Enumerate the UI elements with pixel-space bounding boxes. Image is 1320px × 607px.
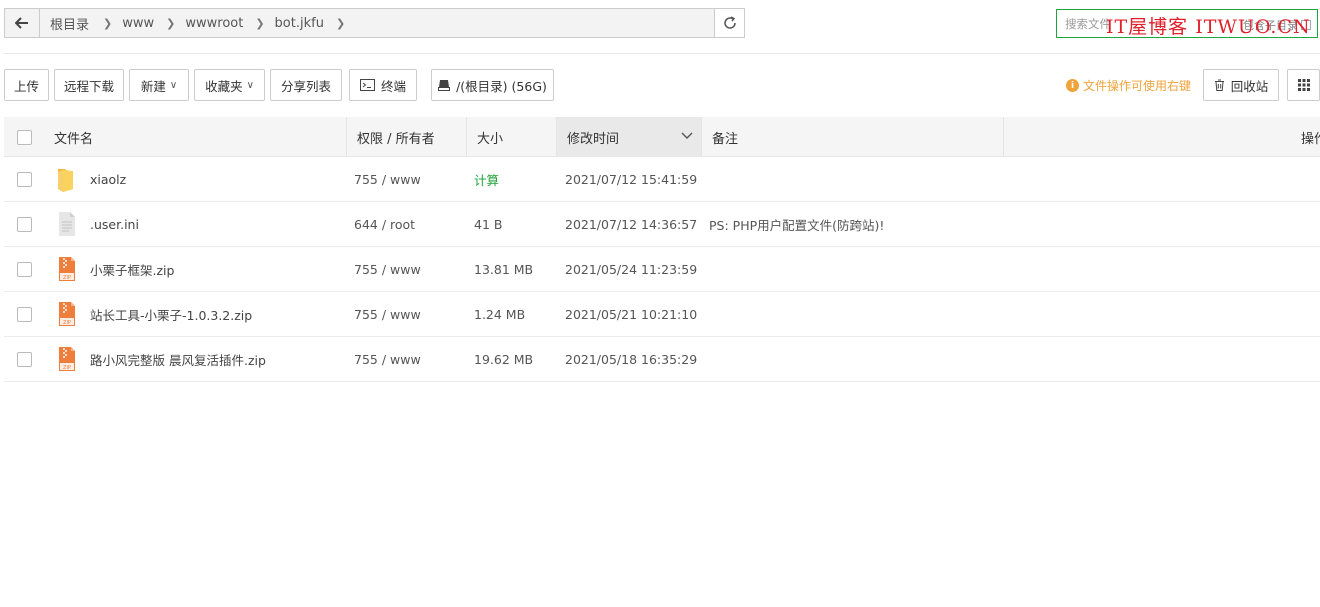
calculate-size-link[interactable]: 计算 [474,157,499,202]
new-button[interactable]: 新建 ∨ [129,69,189,101]
file-permission[interactable]: 755 / www [354,157,421,202]
file-permission[interactable]: 755 / www [354,292,421,337]
search-box: 包含子目录 [1056,9,1318,38]
file-modified-time: 2021/07/12 14:36:57 [565,217,698,232]
table-row[interactable]: .user.ini 644 / root 41 B 2021/07/12 14:… [4,202,1320,247]
column-header-modified[interactable]: 修改时间 [557,117,702,157]
folder-icon [58,169,73,192]
grid-view-button[interactable] [1287,69,1320,101]
address-bar: 根目录 ❯ www ❯ wwwroot ❯ bot.jkfu ❯ [4,8,745,38]
file-size: 13.81 MB [474,262,534,277]
refresh-icon [723,16,736,29]
row-checkbox[interactable] [17,307,32,322]
column-header-remark[interactable]: 备注 [702,117,1004,157]
file-permission[interactable]: 755 / www [354,247,421,292]
arrow-left-icon [15,17,28,29]
refresh-button[interactable] [714,9,744,37]
info-icon: i [1066,79,1079,92]
zip-icon: ZIP [59,257,75,281]
file-name[interactable]: 小栗子框架.zip [90,247,174,292]
row-checkbox[interactable] [17,172,32,187]
breadcrumb-item[interactable]: wwwroot ❯ [179,9,268,37]
remote-download-button[interactable]: 远程下载 [54,69,124,101]
file-size: 19.62 MB [474,352,534,367]
share-list-button[interactable]: 分享列表 [270,69,342,101]
file-permission[interactable]: 755 / www [354,337,421,382]
breadcrumb-item[interactable]: 根目录 ❯ [44,9,116,37]
file-remark[interactable]: PS: PHP用户配置文件(防跨站)! [709,202,884,247]
breadcrumb-item[interactable]: www ❯ [116,9,179,37]
trash-icon [1214,79,1225,91]
disk-button[interactable]: /(根目录) (56G) [431,69,554,101]
file-size: 1.24 MB [474,307,526,322]
svg-text:ZIP: ZIP [63,365,71,371]
table-row[interactable]: ZIP 路小风完整版 晨风复活插件.zip 755 / www 19.62 MB… [4,337,1320,382]
breadcrumb: 根目录 ❯ www ❯ wwwroot ❯ bot.jkfu ❯ [40,9,714,37]
grid-icon [1297,79,1310,91]
file-name[interactable]: xiaolz [90,157,126,202]
breadcrumb-item[interactable]: bot.jkfu ❯ [269,9,350,37]
file-list: xiaolz 755 / www 计算 2021/07/12 15:41:59 … [4,157,1320,382]
table-row[interactable]: ZIP 小栗子框架.zip 755 / www 13.81 MB 2021/05… [4,247,1320,292]
column-header-name[interactable]: 文件名 [4,117,347,157]
chevron-down-icon: ∨ [246,79,254,91]
table-row[interactable]: ZIP 站长工具-小栗子-1.0.3.2.zip 755 / www 1.24 … [4,292,1320,337]
svg-text:ZIP: ZIP [63,275,71,281]
row-checkbox[interactable] [17,217,32,232]
right-click-tip: i 文件操作可使用右键 [1066,77,1191,94]
chevron-right-icon: ❯ [103,16,113,30]
subdir-checkbox[interactable] [1301,20,1311,30]
back-button[interactable] [5,9,40,37]
chevron-right-icon: ❯ [166,16,176,30]
upload-button[interactable]: 上传 [4,69,49,101]
subdir-toggle[interactable]: 包含子目录 [1243,17,1311,33]
chevron-down-icon: ∨ [169,79,178,91]
file-size: 41 B [474,217,503,232]
file-name[interactable]: .user.ini [90,202,139,247]
divider [4,53,1320,54]
search-input[interactable] [1057,11,1237,36]
zip-icon: ZIP [59,302,75,326]
zip-icon: ZIP [59,347,75,371]
chevron-down-icon [681,132,693,139]
column-header-actions: 操作 [1301,131,1320,147]
svg-text:ZIP: ZIP [63,320,71,326]
disk-icon [438,79,451,91]
file-icon [59,212,75,236]
file-name[interactable]: 路小风完整版 晨风复活插件.zip [90,337,266,382]
row-checkbox[interactable] [17,352,32,367]
file-modified-time: 2021/05/24 11:23:59 [565,262,698,277]
chevron-right-icon: ❯ [335,16,346,30]
chevron-right-icon: ❯ [255,16,265,30]
column-header-permission[interactable]: 权限 / 所有者 [347,117,467,157]
file-modified-time: 2021/07/12 15:41:59 [565,172,698,187]
column-header-size[interactable]: 大小 [467,117,557,157]
table-header: 文件名 权限 / 所有者 大小 修改时间 备注 操作 [4,117,1320,157]
file-name[interactable]: 站长工具-小栗子-1.0.3.2.zip [90,292,252,337]
table-row[interactable]: xiaolz 755 / www 计算 2021/07/12 15:41:59 [4,157,1320,202]
file-modified-time: 2021/05/21 10:21:10 [565,307,698,322]
favorites-button[interactable]: 收藏夹 ∨ [194,69,265,101]
file-modified-time: 2021/05/18 16:35:29 [565,352,698,367]
terminal-icon [359,79,375,91]
row-checkbox[interactable] [17,262,32,277]
recycle-bin-button[interactable]: 回收站 [1203,69,1279,101]
file-permission[interactable]: 644 / root [354,202,415,247]
terminal-button[interactable]: 终端 [349,69,417,101]
